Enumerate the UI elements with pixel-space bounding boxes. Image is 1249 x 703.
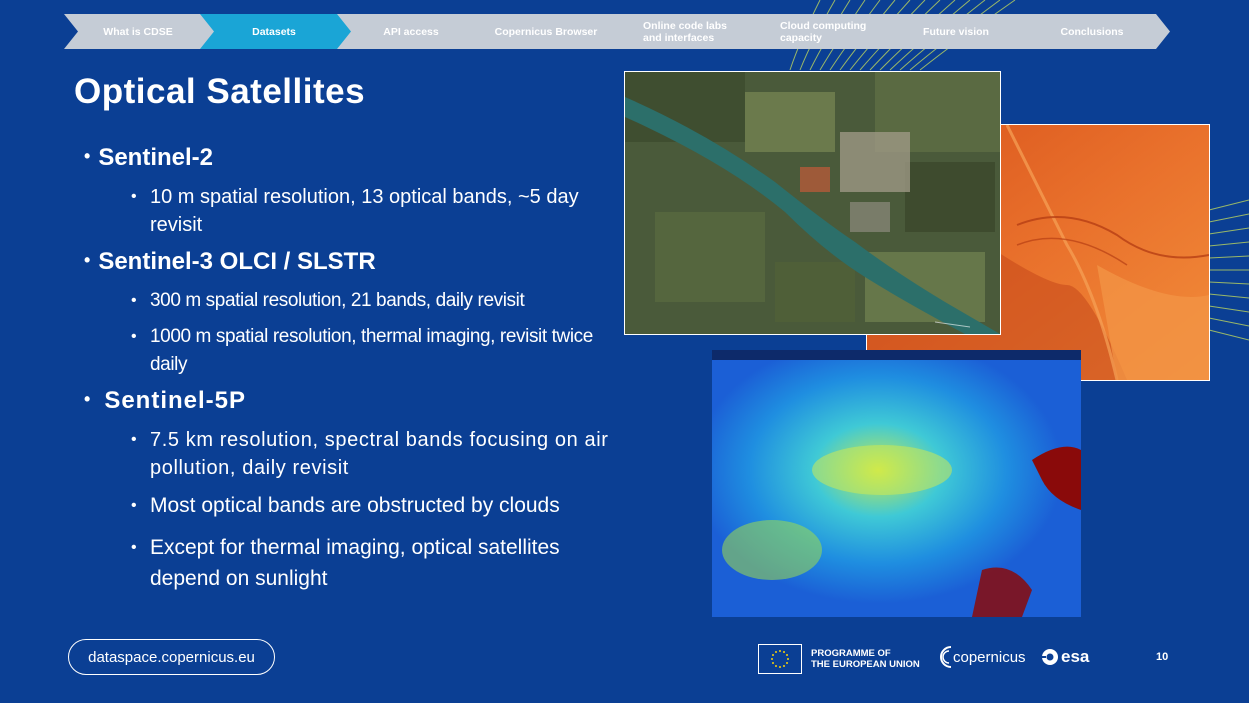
eu-programme-text: PROGRAMME OF THE EUROPEAN UNION bbox=[811, 648, 920, 670]
nav-tab-copernicus-browser[interactable]: Copernicus Browser bbox=[472, 14, 624, 49]
nav-tab-label: Future vision bbox=[923, 25, 989, 38]
sentinel-2-render bbox=[625, 72, 1000, 334]
section-nav: What is CDSE Datasets API access Copernicus… bbox=[0, 0, 1249, 60]
bullet-icon: • bbox=[131, 539, 137, 556]
point-text: 300 m spatial resolution, 21 bands, dail… bbox=[150, 290, 525, 311]
bullet-icon: • bbox=[84, 146, 91, 166]
bullet-icon: • bbox=[84, 389, 91, 409]
bullet-icon: • bbox=[131, 188, 137, 205]
website-link[interactable]: dataspace.copernicus.eu bbox=[68, 639, 275, 675]
nav-tab-online-code-labs-and-interfaces[interactable]: Online code labs and interfaces bbox=[609, 14, 761, 49]
eu-line-2: THE EUROPEAN UNION bbox=[811, 659, 920, 670]
sentinel-2-image bbox=[624, 71, 1001, 335]
bullet-icon: • bbox=[84, 250, 91, 270]
bullet-icon: • bbox=[131, 431, 138, 448]
point-text: 1000 m spatial resolution, thermal imagi… bbox=[150, 326, 593, 375]
nav-tab-label: API access bbox=[383, 25, 439, 38]
point-text: 10 m spatial resolution, 13 optical band… bbox=[150, 186, 579, 236]
copernicus-text: copernicus bbox=[953, 648, 1026, 666]
nav-tab-label: What is CDSE bbox=[103, 25, 173, 38]
point-s2-1: • 10 m spatial resolution, 13 optical ban… bbox=[131, 183, 600, 239]
nav-tab-conclusions[interactable]: Conclusions bbox=[1018, 14, 1170, 49]
point-s3-1: • 300 m spatial resolution, 21 bands, dai… bbox=[131, 287, 610, 315]
nav-tab-future-vision[interactable]: Future vision bbox=[882, 14, 1034, 49]
nav-tab-label: Online code labs and interfaces bbox=[643, 19, 728, 44]
heading-text: Sentinel-2 bbox=[98, 144, 214, 171]
sentinel-5p-render bbox=[712, 350, 1081, 617]
esa-text: esa bbox=[1061, 647, 1090, 666]
point-text: Except for thermal imaging, optical sate… bbox=[150, 536, 560, 590]
heading-sentinel-5p: • Sentinel-5P bbox=[84, 387, 246, 415]
slide-title: Optical Satellites bbox=[74, 72, 366, 111]
esa-logo-icon: esa bbox=[1041, 647, 1089, 667]
heading-sentinel-2: • Sentinel-2 bbox=[84, 144, 213, 172]
page-number: 10 bbox=[1156, 651, 1169, 663]
nav-tab-label: Cloud computing capacity bbox=[780, 19, 867, 44]
sentinel-5p-image bbox=[712, 350, 1081, 617]
nav-tab-api-access[interactable]: API access bbox=[337, 14, 489, 49]
slide: What is CDSE Datasets API access Copernicus… bbox=[0, 0, 1249, 703]
heading-text: Sentinel-3 OLCI / SLSTR bbox=[98, 248, 376, 275]
eu-flag-icon bbox=[758, 644, 802, 674]
esa-mark-icon bbox=[1041, 649, 1058, 665]
nav-tab-label: Copernicus Browser bbox=[494, 25, 598, 38]
eu-line-1: PROGRAMME OF bbox=[811, 648, 891, 659]
nav-tab-label: Conclusions bbox=[1060, 25, 1124, 38]
point-s3-2: • 1000 m spatial resolution, thermal imag… bbox=[131, 323, 610, 379]
point-s5p-1: • 7.5 km resolution, spectral bands focus… bbox=[131, 426, 610, 482]
nav-tab-datasets[interactable]: Datasets bbox=[200, 14, 352, 49]
point-text: Most optical bands are obstructed by clo… bbox=[150, 494, 560, 517]
point-s5p-3: • Except for thermal imaging, optical sat… bbox=[131, 532, 620, 594]
nav-tab-label: Datasets bbox=[252, 25, 296, 38]
copernicus-logo-icon: copernicus bbox=[937, 644, 1026, 670]
point-s5p-2: • Most optical bands are obstructed by cl… bbox=[131, 492, 620, 520]
heading-sentinel-3: • Sentinel-3 OLCI / SLSTR bbox=[84, 248, 376, 276]
nav-tab-what-is-cdse[interactable]: What is CDSE bbox=[64, 14, 216, 49]
bullet-icon: • bbox=[131, 292, 137, 309]
bullet-icon: • bbox=[131, 497, 137, 514]
nav-tab-cloud-computing-capacity[interactable]: Cloud computing capacity bbox=[746, 14, 898, 49]
bullet-icon: • bbox=[131, 328, 137, 345]
point-text: 7.5 km resolution, spectral bands focusi… bbox=[150, 429, 609, 479]
heading-text: Sentinel-5P bbox=[104, 387, 247, 414]
